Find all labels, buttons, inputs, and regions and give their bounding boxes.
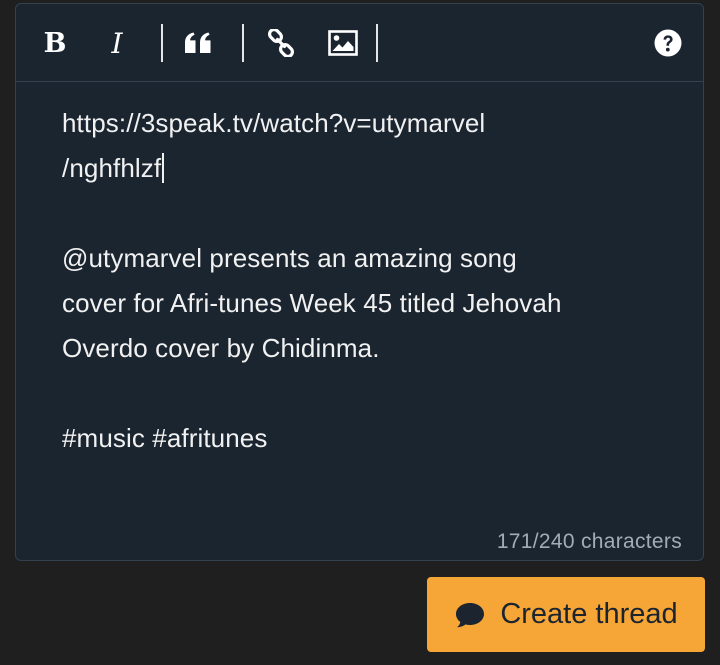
image-button[interactable] — [323, 23, 363, 63]
create-thread-label: Create thread — [500, 598, 678, 630]
character-counter: 171/240 characters — [496, 530, 682, 553]
speech-bubble-icon — [454, 601, 486, 629]
editor-line: #music #afritunes — [62, 423, 268, 453]
editor-line: https://3speak.tv/watch?v=utymarvel — [62, 108, 486, 138]
editor-blank-line — [62, 191, 672, 236]
link-icon — [267, 29, 295, 57]
editor-textarea[interactable]: https://3speak.tv/watch?v=utymarvel /ngh… — [62, 101, 672, 461]
editor-blank-line — [62, 371, 672, 416]
help-button[interactable] — [648, 23, 688, 63]
create-thread-button[interactable]: Create thread — [427, 577, 705, 652]
editor-line-caret: /nghfhlzf — [62, 146, 672, 191]
editor-line: cover for Afri-tunes Week 45 titled Jeho… — [62, 288, 562, 318]
editor-line: Overdo cover by Chidinma. — [62, 333, 380, 363]
text-caret — [162, 153, 164, 183]
image-icon — [328, 30, 358, 56]
toolbar-divider — [242, 24, 244, 62]
help-icon — [654, 29, 682, 57]
editor-line: /nghfhlzf — [62, 153, 162, 183]
toolbar-divider — [376, 24, 378, 62]
editor-toolbar: B I — [16, 4, 703, 82]
editor-line: @utymarvel presents an amazing song — [62, 243, 517, 273]
toolbar-divider — [161, 24, 163, 62]
italic-button[interactable]: I — [100, 23, 134, 63]
quote-icon — [185, 32, 211, 53]
bold-button[interactable]: B — [38, 23, 72, 63]
thread-editor: B I https://3speak.tv/watch?v=utymarvel … — [15, 3, 704, 561]
link-button[interactable] — [261, 23, 301, 63]
quote-button[interactable] — [178, 23, 218, 63]
